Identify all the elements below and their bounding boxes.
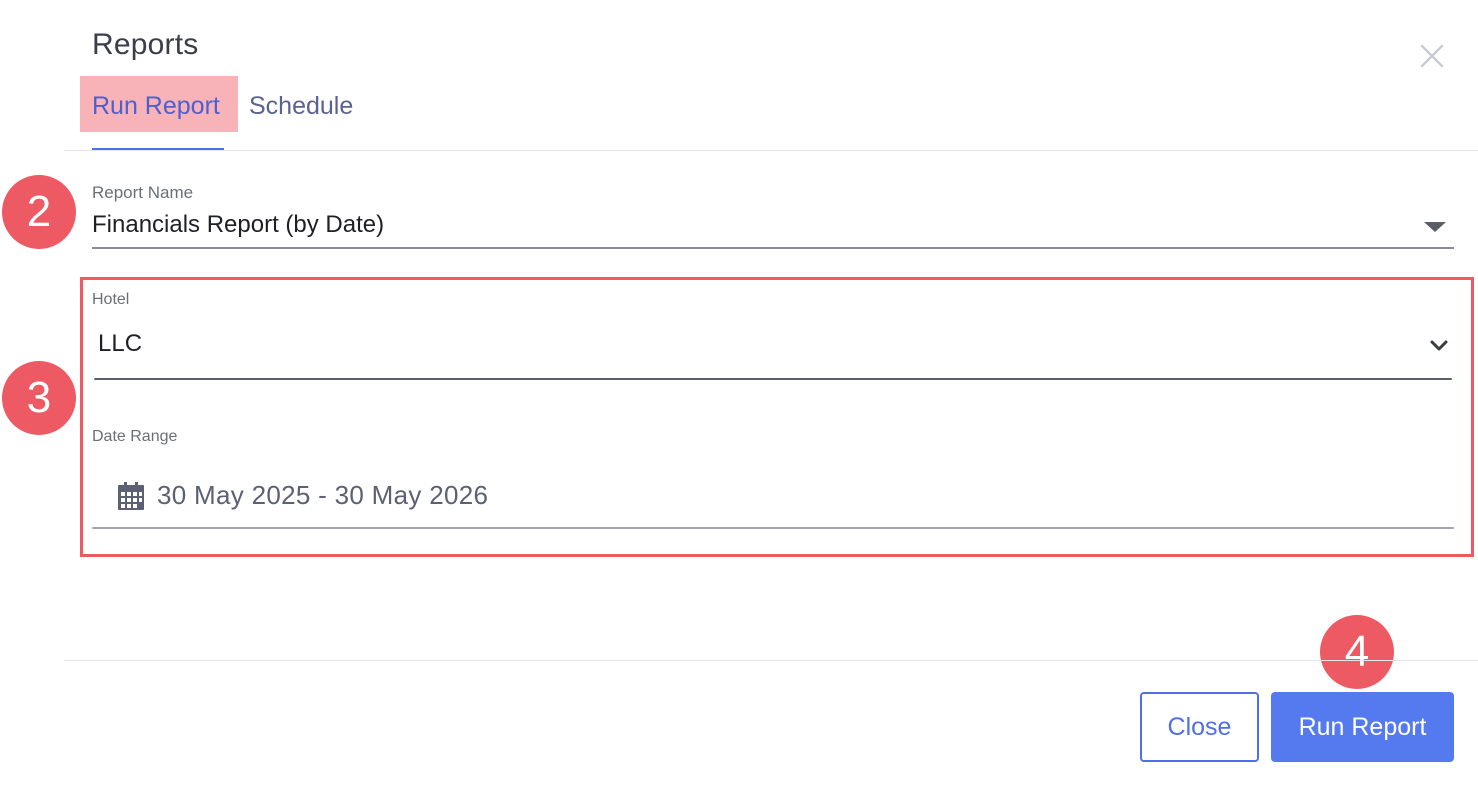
tab-schedule[interactable]: Schedule xyxy=(249,92,353,121)
footer-divider xyxy=(64,660,1478,661)
tab-run-report[interactable]: Run Report xyxy=(92,92,220,121)
close-icon[interactable] xyxy=(1416,40,1448,72)
chevron-down-icon[interactable] xyxy=(1428,337,1450,353)
date-range-label: Date Range xyxy=(92,428,178,445)
report-name-underline xyxy=(92,247,1454,249)
calendar-icon[interactable] xyxy=(116,481,146,511)
step-badge-3: 3 xyxy=(2,361,76,435)
hotel-underline xyxy=(94,378,1452,380)
step-badge-2: 2 xyxy=(2,175,76,249)
run-report-button[interactable]: Run Report xyxy=(1271,692,1454,762)
hotel-label: Hotel xyxy=(92,291,130,308)
report-name-label: Report Name xyxy=(92,183,194,202)
caret-down-icon[interactable] xyxy=(1422,220,1448,234)
date-range-underline xyxy=(92,527,1454,529)
tabs-divider xyxy=(64,150,1478,151)
date-range-input[interactable]: 30 May 2025 - 30 May 2026 xyxy=(157,480,488,511)
dialog-title: Reports xyxy=(92,28,199,61)
hotel-select[interactable]: LLC xyxy=(98,330,142,358)
annotation-highlight-box xyxy=(80,277,1474,557)
close-button[interactable]: Close xyxy=(1140,692,1259,762)
step-badge-4: 4 xyxy=(1320,615,1394,689)
report-name-select[interactable]: Financials Report (by Date) xyxy=(92,211,384,239)
